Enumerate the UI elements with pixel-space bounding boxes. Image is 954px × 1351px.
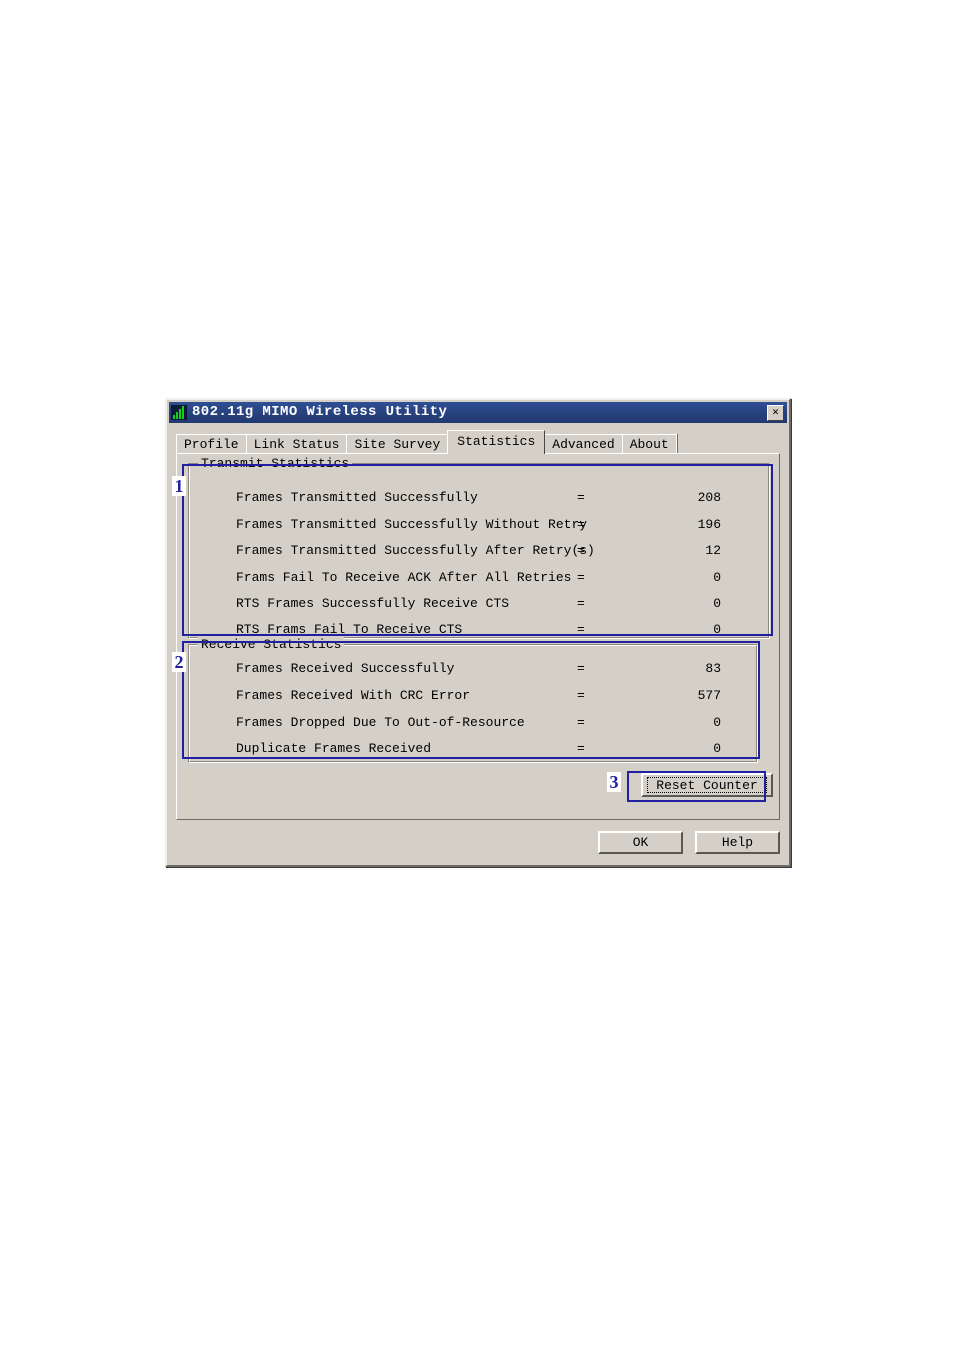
reset-counter-button[interactable]: Reset Counter [641,773,773,797]
table-row: Duplicate Frames Received = 0 [189,741,757,758]
stat-equals: = [577,543,585,558]
stat-equals: = [577,517,585,532]
stat-label: Duplicate Frames Received [236,741,432,756]
stat-value: 577 [697,688,721,703]
title-bar[interactable]: 802.11g MIMO Wireless Utility ✕ [169,402,787,423]
tab-link-status[interactable]: Link Status [245,434,348,454]
stat-label: Frames Transmitted Successfully Without … [236,517,588,532]
table-row: RTS Frames Successfully Receive CTS = 0 [189,596,769,613]
tab-strip: Profile Link Status Site Survey Statisti… [176,430,780,454]
stat-label: Frams Fail To Receive ACK After All Retr… [236,570,572,585]
stat-label: Frames Received With CRC Error [236,688,471,703]
stat-equals: = [577,688,585,703]
tab-statistics[interactable]: Statistics [447,430,546,454]
transmit-statistics-title: Transmit Statistics [198,456,353,471]
stat-equals: = [577,715,585,730]
tab-strip-end [675,434,678,454]
reset-counter-label: Reset Counter [647,777,767,793]
table-row: Frams Fail To Receive ACK After All Retr… [189,570,769,587]
wireless-utility-window: 802.11g MIMO Wireless Utility ✕ Profile … [165,398,791,867]
stat-equals: = [577,622,585,637]
stat-label: Frames Received Successfully [236,661,455,676]
receive-statistics-title: Receive Statistics [198,637,345,652]
table-row: Frames Received With CRC Error = 577 [189,688,757,705]
window-title: 802.11g MIMO Wireless Utility [192,404,448,420]
transmit-statistics-group: Transmit Statistics Frames Transmitted S… [188,456,770,639]
close-icon[interactable]: ✕ [767,405,784,421]
ok-button[interactable]: OK [598,831,683,854]
table-row: Frames Transmitted Successfully Without … [189,517,769,534]
tab-about[interactable]: About [621,434,677,454]
help-button[interactable]: Help [695,831,780,854]
stat-equals: = [577,741,585,756]
stat-equals: = [577,661,585,676]
table-row: Frames Dropped Due To Out-of-Resource = … [189,715,757,732]
stat-label: Frames Transmitted Successfully [236,490,478,505]
table-row: Frames Transmitted Successfully = 208 [189,490,769,507]
stat-value: 12 [705,543,721,558]
stat-equals: = [577,490,585,505]
stat-label: Frames Dropped Due To Out-of-Resource [236,715,525,730]
statistics-tab-panel: Transmit Statistics Frames Transmitted S… [176,453,780,820]
stat-value: 0 [713,741,721,756]
stat-equals: = [577,570,585,585]
table-row: Frames Received Successfully = 83 [189,661,757,678]
stat-value: 208 [697,490,721,505]
stat-value: 0 [713,596,721,611]
stat-value: 83 [705,661,721,676]
stat-label: RTS Frames Successfully Receive CTS [236,596,510,611]
stat-label: Frames Transmitted Successfully After Re… [236,543,595,558]
stat-value: 0 [713,570,721,585]
stat-equals: = [577,596,585,611]
stat-value: 0 [713,715,721,730]
receive-statistics-group: Receive Statistics Frames Received Succe… [188,637,758,763]
tab-profile[interactable]: Profile [176,434,247,454]
stat-value: 196 [697,517,721,532]
signal-bars-icon [171,405,187,420]
tab-site-survey[interactable]: Site Survey [346,434,449,454]
stat-label: RTS Frams Fail To Receive CTS [236,622,463,637]
table-row: Frames Transmitted Successfully After Re… [189,543,769,560]
tab-advanced[interactable]: Advanced [544,434,623,454]
stat-value: 0 [713,622,721,637]
